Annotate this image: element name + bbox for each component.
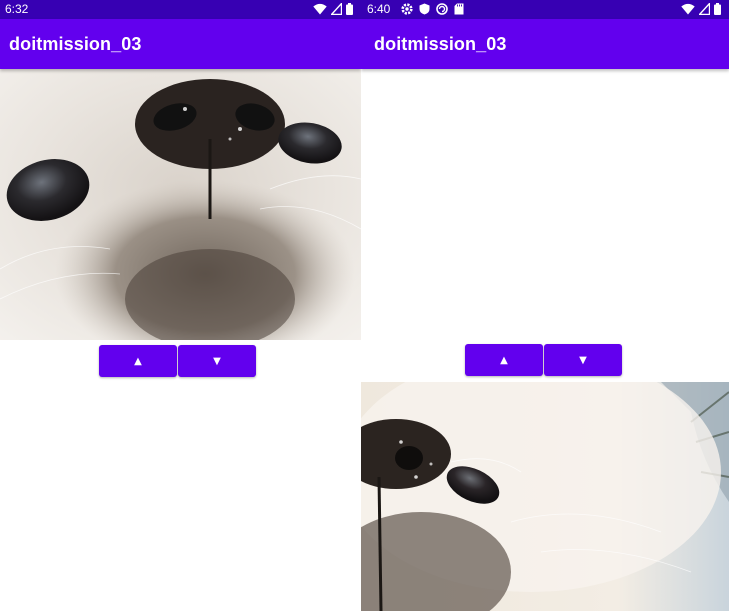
move-buttons: ▲ ▼: [465, 344, 622, 376]
battery-icon: [714, 3, 721, 15]
dog-closeup-photo: [0, 69, 361, 340]
status-icons: [313, 3, 353, 15]
status-bar: 6:40: [361, 0, 729, 19]
shield-icon: [419, 3, 430, 15]
app-bar: doitmission_03: [361, 19, 729, 69]
down-button[interactable]: ▼: [544, 344, 622, 376]
phone-screen-right: 6:40 doitmission_03 ▲ ▼: [361, 0, 729, 611]
wifi-icon: [313, 3, 327, 15]
down-button[interactable]: ▼: [178, 345, 256, 377]
dog-closeup-photo: [361, 382, 729, 611]
battery-icon: [346, 3, 353, 15]
sd-card-icon: [454, 3, 464, 15]
vpn-icon: [436, 3, 448, 15]
app-title: doitmission_03: [374, 34, 507, 54]
up-button[interactable]: ▲: [465, 344, 543, 376]
cell-signal-icon: [331, 3, 342, 15]
status-icons: [681, 3, 721, 15]
app-title: doitmission_03: [9, 34, 142, 54]
status-time: 6:40: [367, 2, 391, 16]
wifi-icon: [681, 3, 695, 15]
status-bar: 6:32: [0, 0, 361, 19]
up-button[interactable]: ▲: [99, 345, 177, 377]
phone-screen-left: 6:32 doitmission_03 ▲ ▼: [0, 0, 361, 611]
move-buttons: ▲ ▼: [99, 345, 256, 377]
notification-icons: [401, 3, 464, 15]
app-bar: doitmission_03: [0, 19, 361, 69]
status-time: 6:32: [5, 2, 29, 16]
settings-icon: [401, 3, 413, 15]
cell-signal-icon: [699, 3, 710, 15]
